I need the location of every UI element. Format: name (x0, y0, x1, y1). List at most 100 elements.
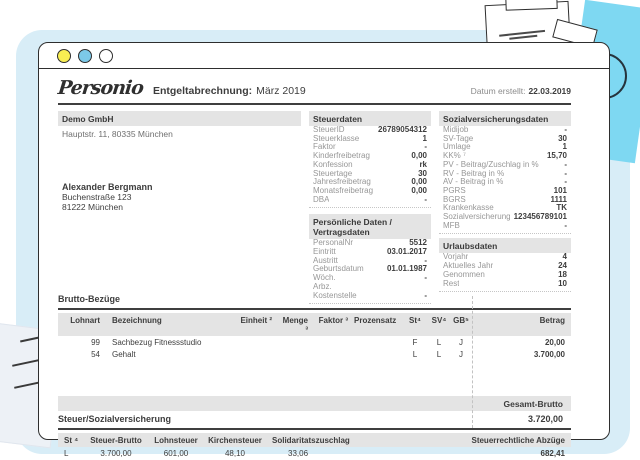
employer-address: Hauptstr. 11, 80335 München (58, 126, 301, 142)
section-title-urlaubsdaten: Urlaubsdaten (439, 238, 571, 253)
clipboard-clip (505, 0, 557, 11)
kv-row: Monatsfreibetrag0,00 (309, 187, 431, 196)
personio-logo: Personio (57, 77, 144, 99)
cell-lohnart: 99 (58, 338, 106, 347)
col-header-faktor: Faktor ³ (314, 316, 354, 334)
kv-label: AV - Beitrag in % (443, 178, 503, 187)
cell-menge (278, 350, 314, 359)
cell-st: L (402, 350, 428, 359)
kv-value: - (564, 222, 567, 231)
col-header-solidaritaetszuschlag: Solidaritatszuschlag (266, 436, 396, 445)
kv-label: Austritt (313, 257, 338, 266)
kv-label: Geburtsdatum (313, 265, 364, 274)
cell-solidaritaetszuschlag: 33,06 (266, 449, 396, 458)
cell-gb: J (450, 350, 472, 359)
steuerdaten-rows: SteuerID26789054312 Steuerklasse1 Faktor… (309, 126, 431, 208)
table-row: L 3.700,00 601,00 48,10 33,06 682,41 (58, 447, 571, 460)
kv-value: 03.01.2017 (387, 248, 427, 257)
kv-row: Vorjahr4 (439, 253, 571, 262)
col-header-einheit: Einheit ² (238, 316, 278, 334)
col-header-kirchensteuer: Kirchensteuer (204, 436, 266, 445)
cell-faktor (314, 338, 354, 347)
employer-column: Demo GmbH Hauptstr. 11, 80335 München Al… (58, 111, 301, 294)
kv-label: PV - Beitrag/Zuschlag in % (443, 161, 539, 170)
kv-label: Steuerklasse (313, 135, 359, 144)
clipboard-scribble (499, 30, 545, 36)
kv-label: MFB (443, 222, 460, 231)
kv-row: Kinderfreibetrag0,00 (309, 152, 431, 161)
kv-row: SteuerID26789054312 (309, 126, 431, 135)
kv-label: Krankenkasse (443, 204, 494, 213)
kv-row: Wöch.- (309, 274, 431, 283)
header-rule (58, 103, 571, 105)
section-title-steuerdaten: Steuerdaten (309, 111, 431, 126)
cell-prozensatz (354, 338, 402, 347)
cell-einheit (238, 350, 278, 359)
kv-row: Steuerklasse1 (309, 135, 431, 144)
cell-st: F (402, 338, 428, 347)
kv-label: Konfession (313, 161, 353, 170)
window-dot-yellow[interactable] (57, 49, 71, 63)
cell-betrag: 20,00 (472, 338, 571, 347)
kv-label: Vorjahr (443, 253, 468, 262)
kv-label: Kostenstelle (313, 292, 357, 301)
kv-value: 10 (558, 280, 567, 289)
gesamt-brutto-bar: Gesamt-Brutto (58, 396, 571, 411)
col-header-st: St ⁴ (58, 436, 84, 445)
document-title: Entgeltabrechnung: (153, 85, 252, 97)
col-header-steuerrechtliche-abzuege: Steuerrechtliche Abzüge (396, 436, 571, 445)
kv-label: Steuertage (313, 170, 352, 179)
table-row: 99 Sachbezug Fitnessstudio F L J 20,00 (58, 336, 571, 348)
document-header: Personio Entgeltabrechnung: März 2019 Da… (58, 77, 571, 99)
kv-row: Midijob- (439, 126, 571, 135)
kv-label: Rest (443, 280, 459, 289)
kv-label: SV-Tage (443, 135, 473, 144)
kv-label: Umlage (443, 143, 471, 152)
cell-menge (278, 338, 314, 347)
kv-value: 01.01.1987 (387, 265, 427, 274)
kv-row: RV - Beitrag in %- (439, 170, 571, 179)
window-dot-blue[interactable] (78, 49, 92, 63)
window-titlebar (39, 43, 609, 69)
section-rule (58, 428, 571, 430)
kv-row: Arbz. (309, 283, 431, 292)
employee-name: Alexander Bergmann (62, 182, 301, 192)
kv-label: Monatsfreibetrag (313, 187, 373, 196)
kv-value: - (424, 196, 427, 205)
document-period: März 2019 (256, 85, 306, 97)
kv-row: Geburtsdatum 01.01.1987 (309, 265, 431, 274)
col-header-menge: Menge ³ (278, 316, 314, 334)
cell-kirchensteuer: 48,10 (204, 449, 266, 458)
created-date: Datum erstellt:22.03.2019 (471, 86, 571, 96)
kv-label: BGRS (443, 196, 466, 205)
col-header-betrag: Betrag (472, 316, 571, 334)
kv-label: PersonalNr (313, 239, 353, 248)
cell-bezeichnung: Gehalt (106, 350, 238, 359)
kv-row: Rest 10 (439, 280, 571, 289)
cell-sv: L (428, 350, 450, 359)
employer-name: Demo GmbH (58, 111, 301, 126)
created-date-value: 22.03.2019 (528, 86, 571, 96)
urlaubsdaten-rows: Vorjahr4 Aktuelles Jahr24 Genommen18 Res… (439, 253, 571, 292)
window-dot-white[interactable] (99, 49, 113, 63)
kv-label: Midijob (443, 126, 468, 135)
cell-steuer-brutto: 3.700,00 (84, 449, 148, 458)
kv-label: Faktor (313, 143, 336, 152)
kv-value: - (424, 292, 427, 301)
kv-row: Kostenstelle - (309, 292, 431, 301)
kv-value: - (424, 274, 427, 283)
kv-row: Genommen18 (439, 271, 571, 280)
cell-steuerrechtliche-abzuege: 682,41 (396, 449, 571, 458)
cell-prozensatz (354, 350, 402, 359)
cell-lohnsteuer: 601,00 (148, 449, 204, 458)
kv-row: DBA- (309, 196, 431, 205)
cell-gb: J (450, 338, 472, 347)
cell-einheit (238, 338, 278, 347)
social-insurance-column: Sozialversicherungsdaten Midijob- SV-Tag… (439, 111, 571, 294)
kv-label: PGRS (443, 187, 466, 196)
col-header-gb: GB⁵ (450, 316, 472, 334)
kv-row: PV - Beitrag/Zuschlag in %- (439, 161, 571, 170)
dotted-divider-line (472, 296, 473, 428)
clipboard-scribble (509, 35, 537, 39)
kv-row: Eintritt03.01.2017 (309, 248, 431, 257)
